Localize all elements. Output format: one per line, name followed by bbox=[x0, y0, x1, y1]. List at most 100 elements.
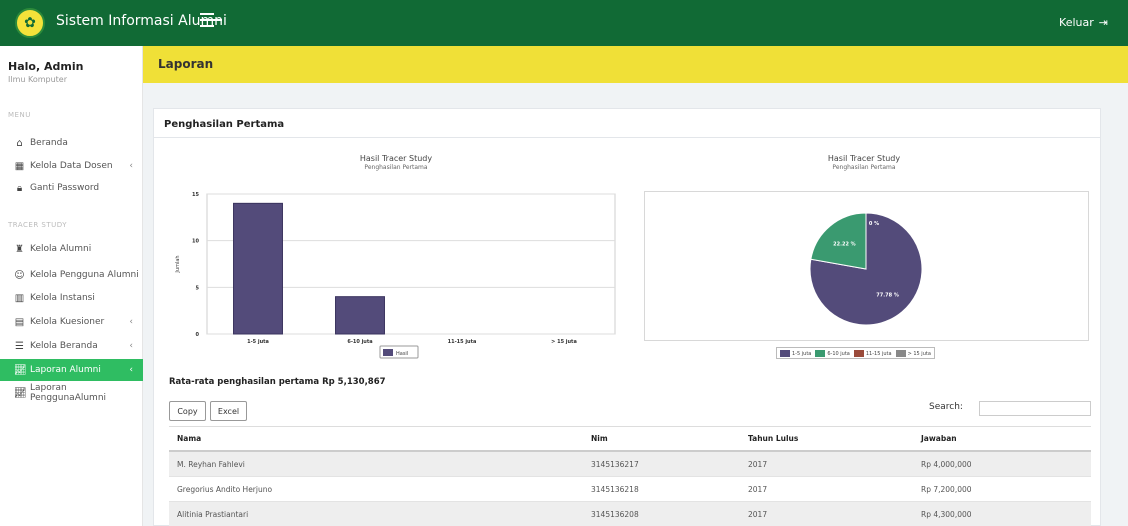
sidebar-item-label: Kelola Pengguna Alumni bbox=[30, 270, 139, 280]
sidebar-item-laporan-pengguna-alumni[interactable]: 📈︎ Laporan PenggunaAlumni bbox=[0, 382, 143, 404]
logo-icon: ✿ bbox=[15, 8, 45, 38]
clipboard-icon: ▤ bbox=[14, 316, 25, 328]
bar bbox=[335, 296, 385, 335]
sidebar-item-kelola-beranda[interactable]: ☰ Kelola Beranda ‹ bbox=[0, 335, 143, 357]
page-title: Laporan bbox=[158, 57, 214, 71]
sidebar: Halo, Admin Ilmu Komputer MENU ⌂ Beranda… bbox=[0, 46, 143, 526]
pie-chart-heading: Hasil Tracer Study Penghasilan Pertama bbox=[714, 154, 1014, 171]
column-header-nim[interactable]: Nim bbox=[591, 434, 748, 443]
pie-legend: 1-5 juta 6-10 juta 11-15 juta > 15 juta bbox=[776, 347, 935, 359]
report-card: Penghasilan Pertama Hasil Tracer Study P… bbox=[153, 108, 1101, 526]
search-label: Search: bbox=[929, 402, 963, 412]
x-tick-label: 1-5 juta bbox=[247, 339, 269, 345]
cell-nama: Gregorius Andito Herjuno bbox=[177, 484, 273, 494]
cell-jawaban: Rp 4,300,000 bbox=[921, 509, 972, 519]
bar-chart-heading: Hasil Tracer Study Penghasilan Pertama bbox=[246, 154, 546, 171]
cell-nama: Alitinia Prastiantari bbox=[177, 509, 249, 519]
sidebar-item-label: Kelola Kuesioner bbox=[30, 317, 105, 327]
legend-swatch bbox=[815, 349, 826, 357]
section-menu: MENU bbox=[8, 111, 31, 119]
column-header-jawaban[interactable]: Jawaban bbox=[921, 434, 1091, 443]
sidebar-item-laporan-alumni[interactable]: 📈︎ Laporan Alumni ‹ bbox=[0, 359, 143, 381]
card-title: Penghasilan Pertama bbox=[164, 119, 285, 130]
slice-label: 0 % bbox=[869, 221, 879, 227]
y-tick-label: 15 bbox=[192, 192, 199, 198]
page-header: Laporan bbox=[143, 46, 1128, 83]
logout-button[interactable]: Keluar ⇥ bbox=[1059, 16, 1108, 29]
table-row: Gregorius Andito Herjuno 3145136218 2017… bbox=[169, 477, 1091, 502]
pie-chart-subtitle: Penghasilan Pertama bbox=[832, 164, 896, 171]
logout-label: Keluar bbox=[1059, 16, 1094, 29]
copy-button[interactable]: Copy bbox=[169, 401, 206, 421]
x-tick-label: 6-10 juta bbox=[347, 339, 372, 345]
bar-chart-subtitle: Penghasilan Pertama bbox=[364, 164, 428, 171]
table-header: Nama Nim Tahun Lulus Jawaban bbox=[169, 426, 1091, 452]
user-role: Ilmu Komputer bbox=[8, 75, 68, 84]
legend-swatch bbox=[383, 349, 393, 356]
cell-nama: M. Reyhan Fahlevi bbox=[177, 459, 245, 469]
chart-icon: 📈︎ bbox=[14, 387, 27, 399]
sidebar-item-kelola-kuesioner[interactable]: ▤ Kelola Kuesioner ‹ bbox=[0, 311, 143, 333]
column-header-nama[interactable]: Nama bbox=[169, 434, 591, 443]
sidebar-item-label: Kelola Alumni bbox=[30, 244, 92, 254]
chevron-left-icon: ‹ bbox=[129, 365, 133, 375]
legend-label: 1-5 juta bbox=[792, 350, 812, 357]
x-tick-label: > 15 juta bbox=[551, 339, 577, 345]
cell-jawaban: Rp 7,200,000 bbox=[921, 484, 972, 494]
bar-chart: 0 5 10 15 Jumlah 1-5 juta 6-10 juta 11-15 juta >… bbox=[175, 192, 616, 359]
average-income-text: Rata-rata penghasilan pertama Rp 5,130,8… bbox=[169, 377, 386, 387]
legend-label: > 15 juta bbox=[907, 350, 931, 357]
x-tick-label: 11-15 juta bbox=[448, 339, 477, 345]
pie-chart-title: Hasil Tracer Study bbox=[827, 154, 901, 163]
data-table: Nama Nim Tahun Lulus Jawaban M. Reyhan F… bbox=[169, 426, 1091, 526]
sidebar-item-label: Ganti Password bbox=[30, 183, 100, 193]
search-input[interactable] bbox=[979, 401, 1091, 416]
sidebar-item-kelola-pengguna-alumni[interactable]: ☺ Kelola Pengguna Alumni bbox=[0, 264, 143, 286]
pie-chart-frame: 77.78 % 22.22 % 0 % bbox=[644, 191, 1089, 341]
menu-icon: ☰ bbox=[15, 340, 24, 352]
chevron-left-icon: ‹ bbox=[129, 317, 133, 327]
bar bbox=[233, 202, 283, 335]
bar-chart-title: Hasil Tracer Study bbox=[359, 154, 433, 163]
hamburger-icon[interactable] bbox=[200, 13, 222, 31]
graduate-icon: ♜ bbox=[15, 243, 24, 255]
table-icon: ▦ bbox=[14, 160, 25, 172]
y-tick-label: 0 bbox=[196, 332, 200, 338]
legend-swatch bbox=[853, 349, 864, 357]
column-header-tahun-lulus[interactable]: Tahun Lulus bbox=[748, 434, 921, 443]
legend-swatch bbox=[780, 349, 790, 357]
sidebar-item-label: Laporan PenggunaAlumni bbox=[30, 383, 107, 403]
building-icon: ▥ bbox=[14, 292, 25, 304]
bar-legend: Hasil bbox=[379, 345, 419, 359]
cell-jawaban: Rp 4,000,000 bbox=[921, 459, 972, 469]
user-name: Halo, Admin bbox=[8, 60, 84, 73]
sidebar-item-kelola-data-dosen[interactable]: ▦ Kelola Data Dosen ‹ bbox=[0, 155, 143, 177]
legend-label: 11-15 juta bbox=[865, 350, 892, 357]
excel-button[interactable]: Excel bbox=[210, 401, 247, 421]
user-box: Halo, Admin Ilmu Komputer bbox=[0, 46, 142, 96]
legend-item: > 15 juta bbox=[895, 349, 931, 357]
home-icon: ⌂ bbox=[16, 137, 23, 149]
logout-icon: ⇥ bbox=[1098, 16, 1108, 29]
legend-item: 1-5 juta bbox=[780, 349, 812, 357]
legend-swatch bbox=[895, 349, 906, 357]
table-row: M. Reyhan Fahlevi 3145136217 2017 Rp 4,0… bbox=[169, 452, 1091, 477]
cell-tahun-lulus: 2017 bbox=[748, 484, 768, 494]
sidebar-item-beranda[interactable]: ⌂ Beranda bbox=[0, 132, 143, 154]
sidebar-item-label: Beranda bbox=[30, 138, 68, 148]
user-icon: ☺ bbox=[14, 269, 25, 281]
sidebar-item-label: Kelola Data Dosen bbox=[30, 161, 113, 171]
sidebar-item-kelola-alumni[interactable]: ♜ Kelola Alumni bbox=[0, 238, 143, 260]
y-tick-label: 10 bbox=[192, 239, 199, 245]
sidebar-item-ganti-password[interactable]: 🔒︎ Ganti Password bbox=[0, 177, 143, 199]
sidebar-item-kelola-instansi[interactable]: ▥ Kelola Instansi bbox=[0, 287, 143, 309]
divider bbox=[154, 137, 1100, 138]
legend-item: 6-10 juta bbox=[815, 349, 850, 357]
cell-nim: 3145136208 bbox=[591, 509, 639, 519]
legend-label: 6-10 juta bbox=[827, 350, 850, 357]
slice-label: 22.22 % bbox=[833, 241, 856, 247]
legend-item: 11-15 juta bbox=[853, 349, 892, 357]
cell-tahun-lulus: 2017 bbox=[748, 459, 768, 469]
top-navbar: ✿ Sistem Informasi Alumni Keluar ⇥ bbox=[0, 0, 1128, 46]
pie-chart: 77.78 % 22.22 % 0 % bbox=[809, 212, 923, 326]
